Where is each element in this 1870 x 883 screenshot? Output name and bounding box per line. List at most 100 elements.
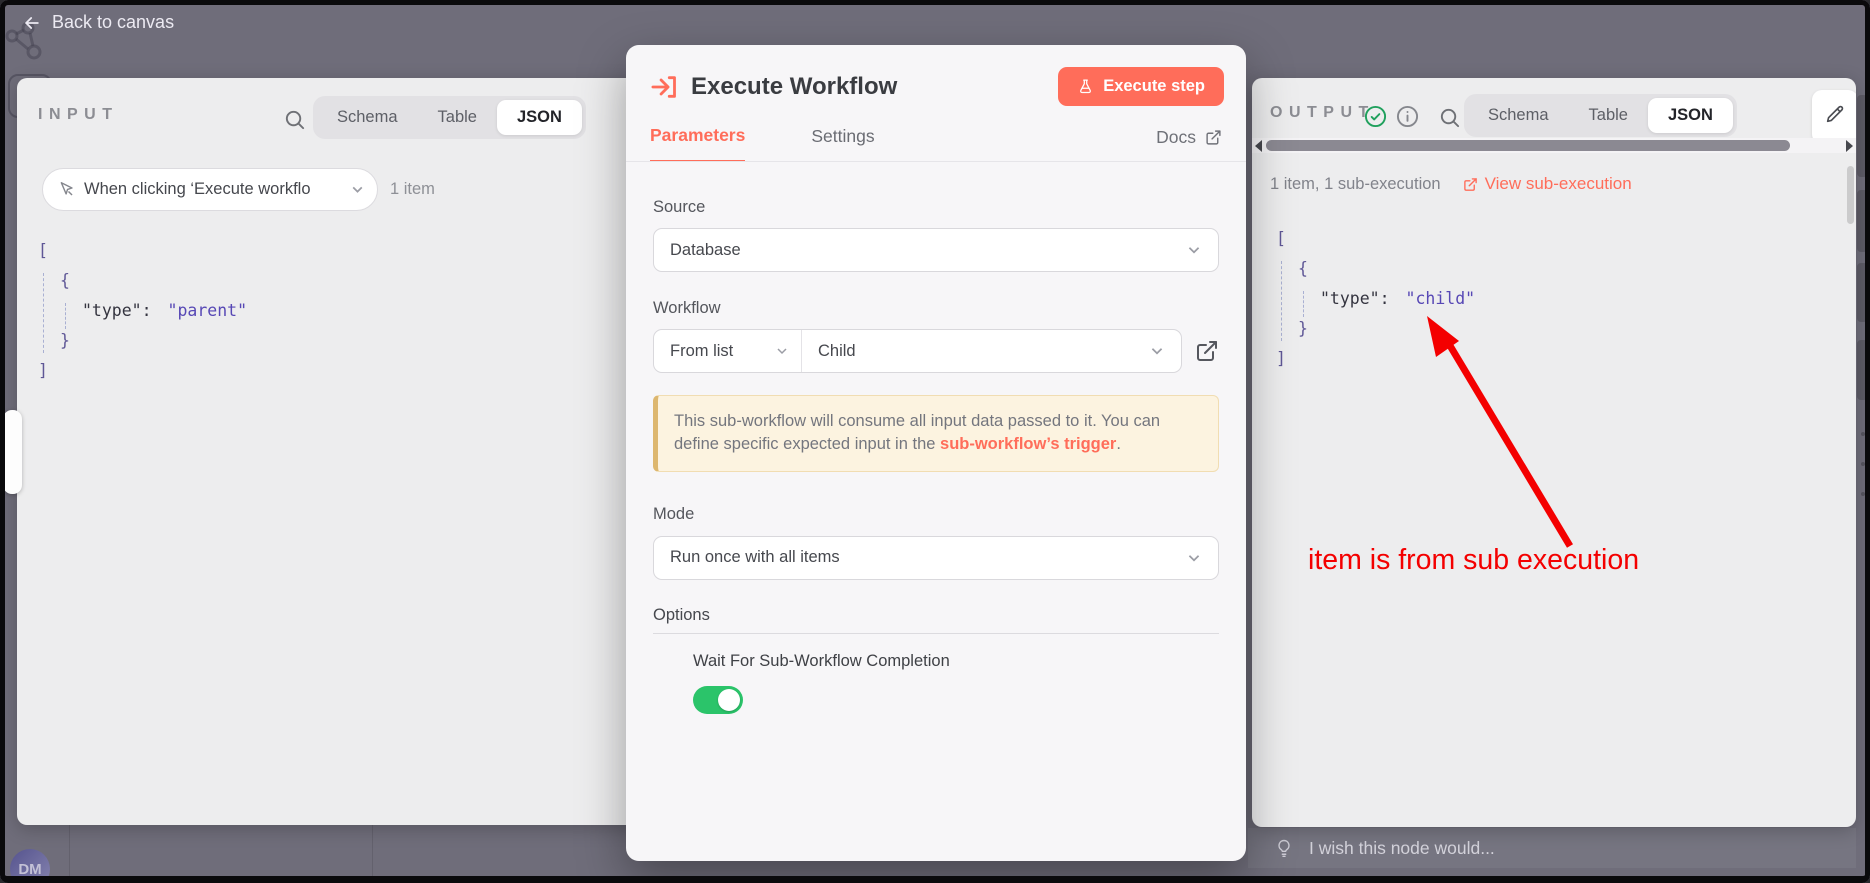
canvas-gridline <box>372 820 373 878</box>
chevron-down-icon <box>1186 242 1202 258</box>
json-line: { <box>38 266 247 296</box>
edit-output-button[interactable] <box>1812 90 1856 144</box>
mode-value: Run once with all items <box>670 548 840 567</box>
workflow-select[interactable]: Child <box>802 330 1181 372</box>
input-items-count: 1 item <box>390 180 435 199</box>
output-view-tabs: Schema Table JSON <box>1464 94 1737 137</box>
tab-settings[interactable]: Settings <box>811 126 874 161</box>
input-panel-title: INPUT <box>38 106 119 124</box>
node-feedback-bar[interactable]: I wish this node would... <box>1248 828 1856 868</box>
modal-title: Execute Workflow <box>691 73 897 101</box>
output-tab-json[interactable]: JSON <box>1648 98 1733 133</box>
json-indent-guide <box>65 303 66 329</box>
source-select[interactable]: Database <box>653 228 1219 272</box>
output-items-count: 1 item, 1 sub-execution <box>1270 175 1441 194</box>
search-icon[interactable] <box>1438 106 1461 129</box>
source-label: Source <box>653 198 1219 217</box>
output-panel-title: OUTPUT <box>1270 104 1375 122</box>
dimmed-dot <box>1861 492 1865 496</box>
chevron-down-icon <box>350 182 365 197</box>
user-avatar[interactable]: DM <box>10 849 50 883</box>
search-icon[interactable] <box>283 108 306 131</box>
tab-parameters[interactable]: Parameters <box>650 125 745 162</box>
open-workflow-icon[interactable] <box>1195 339 1219 363</box>
annotation-text: item is from sub execution <box>1308 544 1639 577</box>
output-panel: OUTPUT Schema Table JSON 1 item, 1 sub-e… <box>1252 78 1856 827</box>
scroll-right-arrow[interactable] <box>1846 140 1853 152</box>
notice-suffix: . <box>1116 435 1121 453</box>
info-icon[interactable] <box>1396 105 1419 128</box>
vertical-scrollbar-thumb[interactable] <box>1847 166 1854 224</box>
scrollbar-thumb[interactable] <box>1266 140 1790 151</box>
input-panel: INPUT Schema Table JSON When clicking ‘E… <box>17 78 637 825</box>
chevron-down-icon <box>1149 343 1165 359</box>
output-tab-schema[interactable]: Schema <box>1468 98 1569 133</box>
wait-for-completion-toggle[interactable] <box>693 686 743 714</box>
view-sub-execution-label: View sub-execution <box>1485 174 1632 194</box>
workflow-canvas-dimmed: Back to canvas INPUT Schema Table JSON W… <box>0 0 1870 883</box>
external-link-icon <box>1205 129 1222 146</box>
docs-link[interactable]: Docs <box>1156 127 1222 160</box>
workflow-mode-select[interactable]: From list <box>654 330 802 372</box>
mode-select[interactable]: Run once with all items <box>653 536 1219 580</box>
output-summary-row: 1 item, 1 sub-execution View sub-executi… <box>1270 174 1632 194</box>
workflow-label: Workflow <box>653 299 1219 318</box>
dimmed-side-control <box>1857 95 1868 177</box>
json-line: } <box>38 326 247 356</box>
dimmed-side-control <box>1857 340 1868 400</box>
execute-step-button[interactable]: Execute step <box>1058 67 1224 106</box>
json-line: ] <box>1276 344 1475 374</box>
toggle-knob <box>718 689 740 711</box>
modal-tabs: Parameters Settings Docs <box>650 125 1222 162</box>
flask-icon <box>1077 78 1094 95</box>
input-json-view: [ { "type":"parent" } ] <box>38 236 247 386</box>
input-run-source-select[interactable]: When clicking ‘Execute workflo <box>42 168 378 211</box>
cursor-click-icon <box>57 180 76 199</box>
chevron-down-icon <box>1186 550 1202 566</box>
external-link-icon <box>1463 177 1478 192</box>
dimmed-side-control <box>1857 190 1868 252</box>
input-tab-schema[interactable]: Schema <box>317 100 418 135</box>
modal-header: Execute Workflow Execute step <box>650 67 1224 106</box>
modal-body: Source Database Workflow From list Child <box>653 162 1219 714</box>
back-to-canvas-button[interactable]: Back to canvas <box>22 12 174 33</box>
options-label: Options <box>653 606 1219 625</box>
output-tab-table[interactable]: Table <box>1569 98 1648 133</box>
json-indent-guide <box>43 273 44 353</box>
options-divider <box>653 633 1219 634</box>
workflow-value: Child <box>818 342 856 361</box>
dimmed-dot <box>1861 432 1865 436</box>
workflow-combo: From list Child <box>653 329 1182 373</box>
success-check-icon <box>1364 105 1387 128</box>
execute-workflow-node-icon <box>650 73 678 101</box>
json-line: } <box>1276 314 1475 344</box>
back-to-canvas-label: Back to canvas <box>52 12 174 33</box>
json-line: "type":"parent" <box>38 296 247 326</box>
input-panel-collapse-handle[interactable] <box>3 410 22 494</box>
json-line: [ <box>38 236 247 266</box>
docs-label: Docs <box>1156 127 1196 148</box>
json-line: { <box>1276 254 1475 284</box>
back-arrow-icon <box>22 13 42 33</box>
chevron-down-icon <box>775 344 789 358</box>
pencil-icon <box>1824 103 1846 125</box>
horizontal-scrollbar[interactable] <box>1252 138 1856 153</box>
input-tab-table[interactable]: Table <box>418 100 497 135</box>
mode-label: Mode <box>653 505 1219 524</box>
scroll-left-arrow[interactable] <box>1255 140 1262 152</box>
sub-workflow-notice: This sub-workflow will consume all input… <box>653 395 1219 472</box>
output-json-view: [ { "type":"child" } ] <box>1276 224 1475 374</box>
view-sub-execution-link[interactable]: View sub-execution <box>1463 174 1632 194</box>
node-feedback-label: I wish this node would... <box>1309 838 1495 859</box>
input-run-source-value: When clicking ‘Execute workflo <box>84 180 311 199</box>
json-line: "type":"child" <box>1276 284 1475 314</box>
canvas-gridline <box>69 820 70 878</box>
execute-workflow-modal: Execute Workflow Execute step Parameters… <box>626 45 1246 861</box>
workflow-mode-value: From list <box>670 342 733 361</box>
lightbulb-icon <box>1274 838 1294 858</box>
wait-toggle-label: Wait For Sub-Workflow Completion <box>693 652 1219 671</box>
sub-workflow-trigger-link[interactable]: sub-workflow’s trigger <box>940 435 1116 453</box>
input-tab-json[interactable]: JSON <box>497 100 582 135</box>
json-line: [ <box>1276 224 1475 254</box>
json-indent-guide <box>1281 261 1282 341</box>
